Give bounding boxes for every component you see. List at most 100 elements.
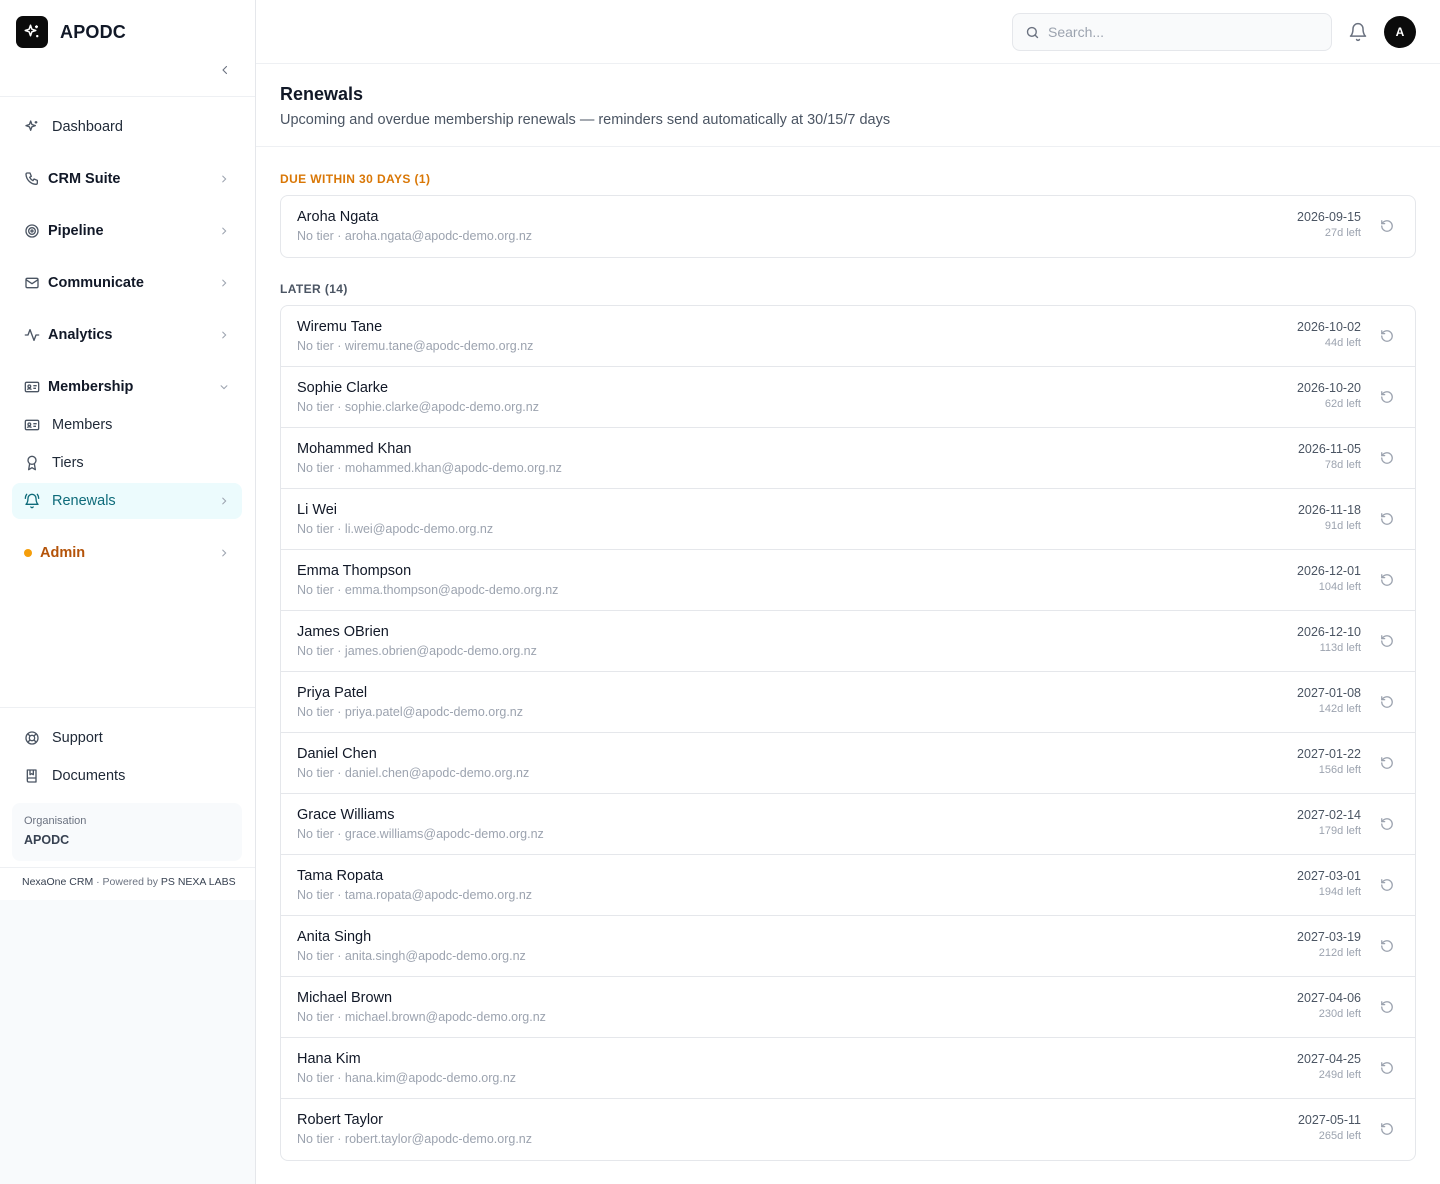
sidebar-item-label: Membership	[48, 379, 134, 395]
divider	[0, 707, 255, 708]
sidebar-item-pipeline[interactable]: Pipeline	[12, 213, 242, 249]
sidebar-item-members[interactable]: Members	[12, 407, 242, 443]
refresh-icon	[1381, 757, 1393, 769]
notifications-bell-icon[interactable]	[1348, 22, 1368, 42]
chevron-right-icon	[218, 277, 230, 289]
renew-button[interactable]	[1379, 877, 1395, 893]
product-name: NexaOne CRM	[22, 876, 94, 888]
sidebar-item-label: Analytics	[48, 327, 113, 343]
renewal-row[interactable]: Li Wei No tier · li.wei@apodc-demo.org.n…	[281, 489, 1415, 550]
activity-icon	[24, 327, 40, 343]
renewal-row[interactable]: James OBrien No tier · james.obrien@apod…	[281, 611, 1415, 672]
renew-button[interactable]	[1379, 572, 1395, 588]
renewal-row[interactable]: Daniel Chen No tier · daniel.chen@apodc-…	[281, 733, 1415, 794]
days-left: 156d left	[1318, 764, 1361, 776]
renewal-date: 2027-03-19	[1297, 930, 1361, 944]
renewal-row[interactable]: Aroha Ngata No tier · aroha.ngata@apodc-…	[281, 196, 1415, 257]
collapse-sidebar-button[interactable]	[214, 60, 236, 80]
days-left: 62d left	[1324, 398, 1361, 410]
member-name: Daniel Chen	[297, 746, 377, 762]
renew-button[interactable]	[1379, 328, 1395, 344]
refresh-icon	[1381, 513, 1393, 525]
brand[interactable]: APODC	[16, 16, 126, 48]
renew-button[interactable]	[1379, 816, 1395, 832]
renewal-row[interactable]: Priya Patel No tier · priya.patel@apodc-…	[281, 672, 1415, 733]
days-left: 27d left	[1324, 227, 1361, 239]
renew-button[interactable]	[1379, 694, 1395, 710]
search-box[interactable]	[1012, 13, 1332, 51]
renew-button[interactable]	[1379, 218, 1395, 234]
section-label-due: DUE WITHIN 30 DAYS (1)	[280, 172, 431, 186]
renew-button[interactable]	[1379, 938, 1395, 954]
sidebar-footer: NexaOne CRM · Powered by PS NEXA LABS	[22, 876, 236, 888]
chevron-right-icon	[218, 495, 230, 507]
chevron-right-icon	[218, 173, 230, 185]
sidebar-item-label: Renewals	[52, 493, 116, 509]
renew-button[interactable]	[1379, 633, 1395, 649]
sidebar-item-support[interactable]: Support	[12, 720, 242, 756]
member-name: Sophie Clarke	[297, 380, 389, 396]
member-name: Hana Kim	[297, 1051, 361, 1067]
sidebar-item-dashboard[interactable]: Dashboard	[12, 109, 242, 145]
phone-icon	[24, 171, 40, 187]
refresh-icon	[1381, 1001, 1393, 1013]
member-meta: No tier · emma.thompson@apodc-demo.org.n…	[297, 583, 559, 597]
member-meta: No tier · hana.kim@apodc-demo.org.nz	[297, 1071, 517, 1085]
member-name: Emma Thompson	[297, 563, 412, 579]
sidebar-item-label: Support	[52, 730, 103, 746]
days-left: 91d left	[1324, 520, 1361, 532]
renewal-row[interactable]: Wiremu Tane No tier · wiremu.tane@apodc-…	[281, 306, 1415, 367]
refresh-icon	[1381, 1123, 1393, 1135]
renew-button[interactable]	[1379, 450, 1395, 466]
sidebar-item-analytics[interactable]: Analytics	[12, 317, 242, 353]
renew-button[interactable]	[1379, 755, 1395, 771]
member-name: James OBrien	[297, 624, 389, 640]
renewal-date: 2026-12-10	[1297, 625, 1361, 639]
later-renewals-list: Wiremu Tane No tier · wiremu.tane@apodc-…	[280, 305, 1416, 1161]
avatar[interactable]: A	[1384, 16, 1416, 48]
renewal-row[interactable]: Anita Singh No tier · anita.singh@apodc-…	[281, 916, 1415, 977]
sidebar-item-admin[interactable]: Admin	[12, 535, 242, 571]
renewal-row[interactable]: Grace Williams No tier · grace.williams@…	[281, 794, 1415, 855]
sidebar-item-label: Communicate	[48, 275, 144, 291]
member-meta: No tier · li.wei@apodc-demo.org.nz	[297, 522, 494, 536]
sidebar-item-documents[interactable]: Documents	[12, 758, 242, 794]
renewal-row[interactable]: Mohammed Khan No tier · mohammed.khan@ap…	[281, 428, 1415, 489]
chevron-right-icon	[218, 225, 230, 237]
renewal-date: 2026-09-15	[1297, 210, 1361, 224]
renewal-row[interactable]: Sophie Clarke No tier · sophie.clarke@ap…	[281, 367, 1415, 428]
sidebar-item-label: CRM Suite	[48, 171, 121, 187]
renew-button[interactable]	[1379, 389, 1395, 405]
organisation-name: APODC	[24, 833, 70, 847]
search-input[interactable]	[1048, 24, 1318, 40]
member-name: Michael Brown	[297, 990, 393, 1006]
days-left: 212d left	[1318, 947, 1361, 959]
renewal-date: 2026-12-01	[1297, 564, 1361, 578]
renewal-date: 2027-02-14	[1297, 808, 1361, 822]
member-meta: No tier · anita.singh@apodc-demo.org.nz	[297, 949, 526, 963]
sidebar-item-renewals[interactable]: Renewals	[12, 483, 242, 519]
refresh-icon	[1381, 696, 1393, 708]
renewal-row[interactable]: Emma Thompson No tier · emma.thompson@ap…	[281, 550, 1415, 611]
sidebar-item-crm-suite[interactable]: CRM Suite	[12, 161, 242, 197]
days-left: 44d left	[1324, 337, 1361, 349]
sparkles-logo-icon	[16, 16, 48, 48]
member-meta: No tier · daniel.chen@apodc-demo.org.nz	[297, 766, 530, 780]
renewal-row[interactable]: Tama Ropata No tier · tama.ropata@apodc-…	[281, 855, 1415, 916]
sidebar-item-membership[interactable]: Membership	[12, 369, 242, 405]
member-meta: No tier · priya.patel@apodc-demo.org.nz	[297, 705, 523, 719]
renew-button[interactable]	[1379, 1060, 1395, 1076]
sidebar-item-communicate[interactable]: Communicate	[12, 265, 242, 301]
sidebar-panel: APODC Dashboard CRM Suite Pipeline Commu…	[0, 0, 255, 900]
days-left: 142d left	[1318, 703, 1361, 715]
renewal-row[interactable]: Robert Taylor No tier · robert.taylor@ap…	[281, 1099, 1415, 1160]
renew-button[interactable]	[1379, 1121, 1395, 1137]
organisation-card: Organisation APODC	[12, 803, 242, 861]
renewal-row[interactable]: Michael Brown No tier · michael.brown@ap…	[281, 977, 1415, 1038]
refresh-icon	[1381, 940, 1393, 952]
renew-button[interactable]	[1379, 999, 1395, 1015]
renewal-row[interactable]: Hana Kim No tier · hana.kim@apodc-demo.o…	[281, 1038, 1415, 1099]
member-name: Robert Taylor	[297, 1112, 383, 1128]
sidebar-item-tiers[interactable]: Tiers	[12, 445, 242, 481]
renew-button[interactable]	[1379, 511, 1395, 527]
